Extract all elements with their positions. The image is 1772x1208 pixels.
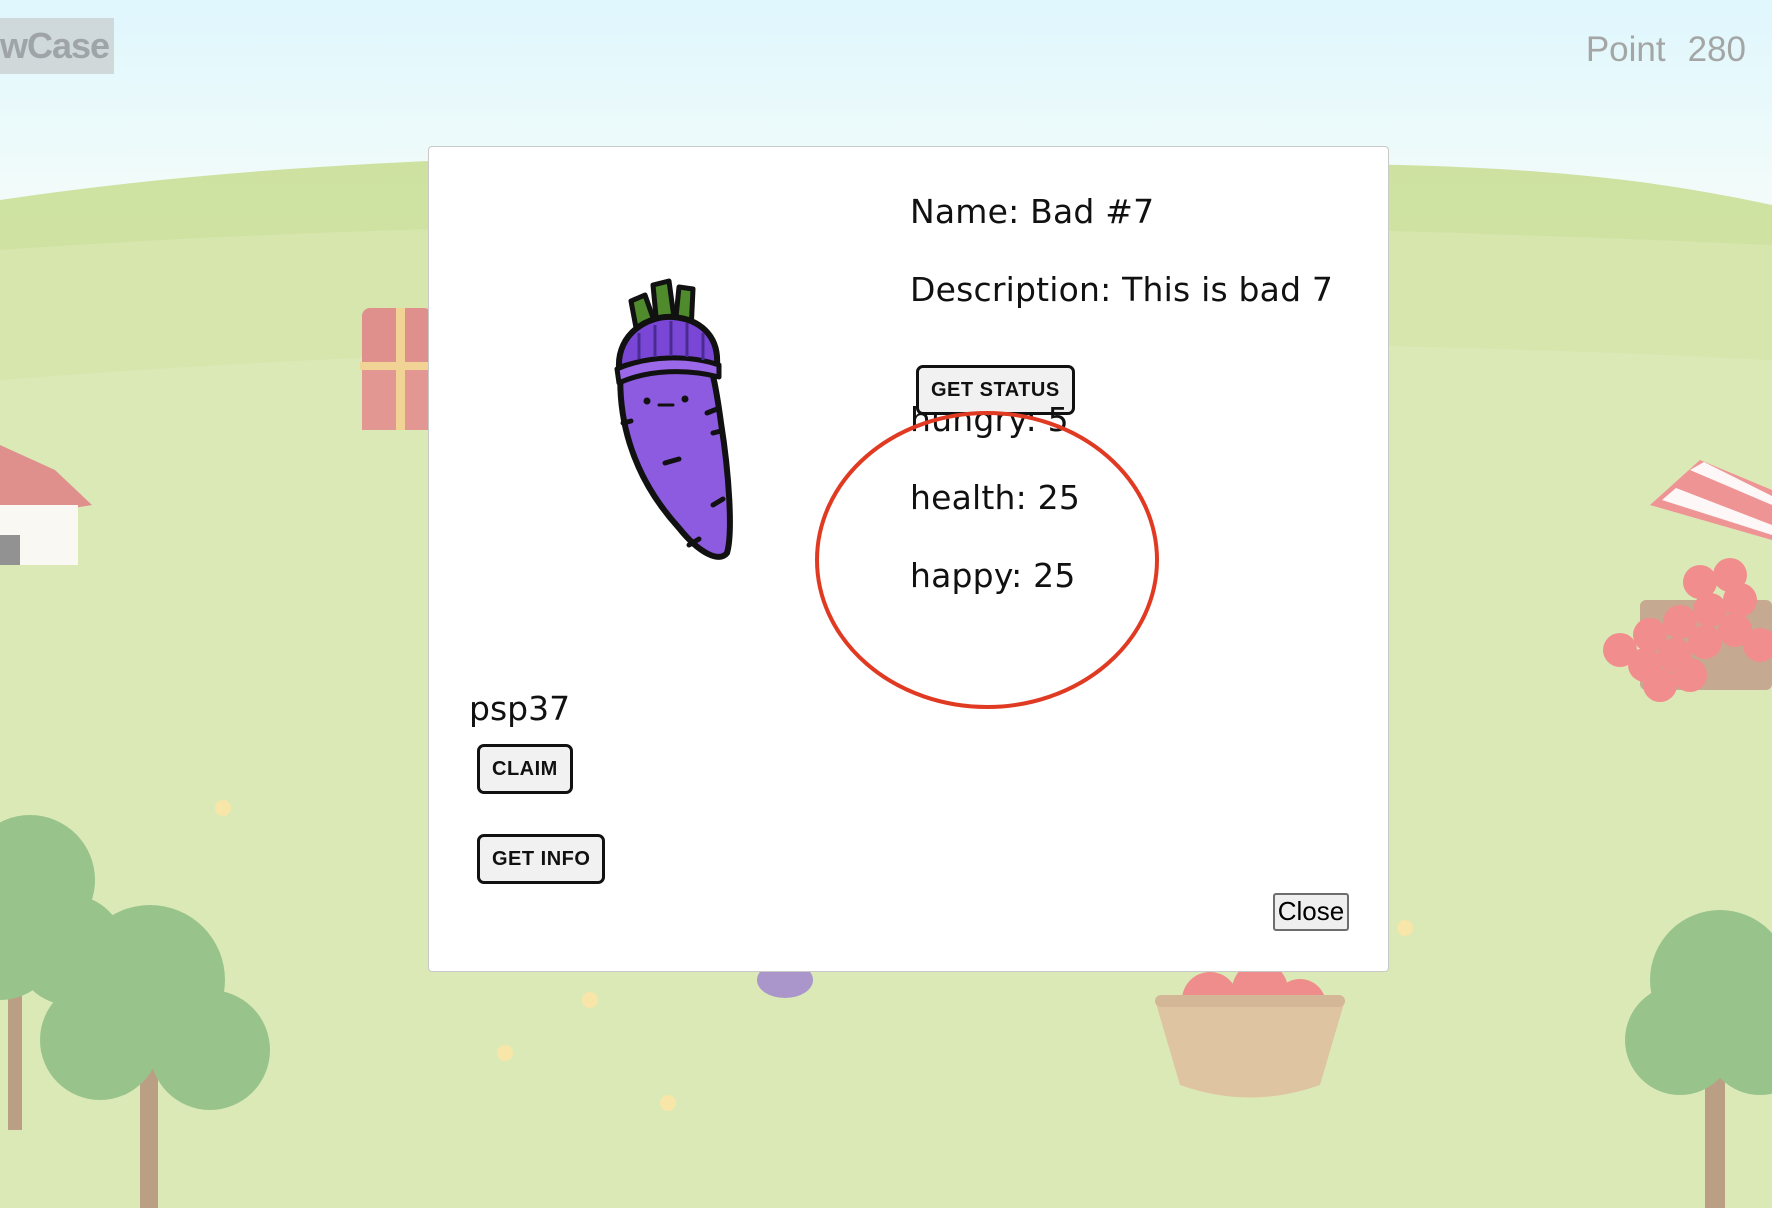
- points-label: Point: [1585, 30, 1666, 69]
- vegetable-description: Description: This is bad 7: [910, 270, 1334, 309]
- owner-name: psp37: [469, 689, 571, 728]
- vegetable-info-modal: Name: Bad #7 Description: This is bad 7 …: [428, 146, 1389, 972]
- purple-radish-icon: [614, 278, 733, 560]
- get-info-button[interactable]: GET INFO: [477, 834, 606, 884]
- points-value: 280: [1687, 30, 1746, 69]
- points-display: Point 280: [1586, 30, 1746, 70]
- status-health: health: 25: [910, 478, 1081, 517]
- close-button[interactable]: Close: [1273, 893, 1349, 931]
- vegetable-name: Name: Bad #7: [910, 192, 1155, 231]
- status-happy: happy: 25: [910, 556, 1076, 595]
- brand-title: wCase: [0, 18, 114, 74]
- status-hungry: hungry: 5: [910, 400, 1069, 439]
- claim-button[interactable]: CLAIM: [477, 744, 573, 794]
